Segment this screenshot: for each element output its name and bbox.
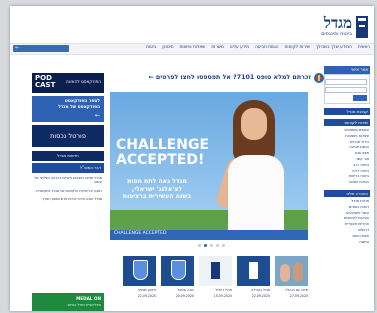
carousel-dot[interactable] <box>210 244 213 247</box>
site-header: מגדל ביטוח ופיננסים <box>10 6 374 41</box>
tower-icon <box>356 16 368 38</box>
banner-headline: CHALLENGE ACCEPTED! <box>116 138 209 168</box>
thumbnail-image <box>275 256 308 286</box>
login-box <box>324 74 370 104</box>
nav-item-service[interactable]: שירות לקוחות <box>285 45 310 50</box>
nav-item-jobs[interactable]: משרות <box>211 45 223 50</box>
news-subheading-label: דבר המנכ"ל <box>79 165 101 170</box>
podcast-promo-box[interactable]: לספר הפודקאסט הפודקאסט של מגדל ← <box>32 96 104 122</box>
password-field[interactable] <box>325 87 367 93</box>
service-heading: שירות לקוחות <box>324 119 370 126</box>
promo-line: הפודקאסט של מגדל <box>58 105 100 110</box>
nav-item-insurance[interactable]: ביטוח <box>146 45 156 50</box>
nav-item-faq[interactable]: שאלות נפוצות <box>180 45 206 50</box>
thumbnail-date: 15.09.2020 <box>213 294 232 298</box>
group-bar[interactable]: קבוצת מגדל <box>324 108 370 115</box>
portal-label: פורטל נכסות <box>50 132 86 140</box>
thumbnail-row: שיחה עם הנהלה 27.09.2020 מגדל בקהילה 22.… <box>110 256 308 308</box>
arrow-left-icon: ← <box>15 45 20 51</box>
thumbnail-image <box>161 256 194 286</box>
thumbnail-caption: מגדל דיגיטל <box>215 288 232 292</box>
list-item[interactable]: הפיכת הסכם <box>325 180 369 186</box>
thumbnail-date: 22.09.2020 <box>251 294 270 298</box>
thumbnail-caption: הגנה וביטוח <box>177 288 194 292</box>
nav-item-savings[interactable]: חיסכון <box>162 45 173 50</box>
thumbnail-card[interactable]: שיחה עם הנהלה 27.09.2020 <box>275 256 308 308</box>
news-item[interactable]: מגדל חנכה מרכז שירות חדש בצפון הארץ <box>32 197 102 201</box>
headline-line-2: ACCEPTED! <box>116 152 205 168</box>
podcast-label: הפודקאסט להאזנה <box>65 79 101 84</box>
brand-logo[interactable]: מגדל ביטוח ופיננסים <box>306 14 368 40</box>
podcast-logo-line: CAST <box>35 81 56 89</box>
banner-copy: מגדל גאה לתת חסות לצ'אלנג' ישראלי, בשנה … <box>116 178 198 201</box>
carousel-dot[interactable] <box>198 244 201 247</box>
arrow-left-icon: ← <box>94 112 100 119</box>
shield-icon <box>133 260 148 280</box>
promo-link[interactable]: זכרתם למלא טופס 7101? אל תפספסו לחצו לפר… <box>113 74 311 87</box>
thumbnail-card[interactable]: מגדל דיגיטל 15.09.2020 <box>199 256 232 308</box>
nav-item-info[interactable]: המידע שלך בשבילך <box>316 45 352 50</box>
thumbnail-date: 22.09.2020 <box>137 294 156 298</box>
main-nav: ראשית המידע שלך בשבילך שירות לקוחות הגשת… <box>10 43 374 55</box>
right-sidebar: אזור אישי קבוצת מגדל שירות לקוחות טפסים … <box>324 66 370 311</box>
thumbnail-date: 27.09.2020 <box>289 294 308 298</box>
login-heading: אזור אישי <box>324 66 370 74</box>
tower-icon <box>249 262 258 279</box>
carousel-dot[interactable] <box>222 244 225 247</box>
list-item[interactable]: נגישות <box>325 240 369 246</box>
browser-page: מגדל ביטוח ופיננסים ראשית המידע שלך בשבי… <box>10 6 374 311</box>
tower-icon <box>211 262 220 279</box>
brand-tagline: ביטוח ופיננסים <box>321 31 352 37</box>
news-subheading[interactable]: דבר המנכ"ל <box>32 163 104 173</box>
thumbnail-date: 20.09.2020 <box>175 294 194 298</box>
nav-item-home[interactable]: ראשית <box>358 45 370 50</box>
podcast-banner[interactable]: POD CAST הפודקאסט להאזנה <box>32 73 104 93</box>
banner-person-image <box>214 100 292 232</box>
carousel-dots <box>198 244 225 247</box>
service-list: טפסים ומסמכים שאלות ותשובות בירור פרטים … <box>324 128 370 186</box>
carousel-dot[interactable] <box>216 244 219 247</box>
app-promo-subtitle: אפליקציית מגדל בחינם <box>67 303 101 307</box>
company-heading: החברה שלנו <box>324 189 370 197</box>
company-list: אודות מגדל דוחות כספיים קשרי משקיעים הוד… <box>324 199 370 245</box>
podcast-logo: POD CAST <box>35 75 55 89</box>
thumbnail-caption: מגדל בקהילה <box>251 288 270 292</box>
banner-footer-label: CHALLENGE ACCEPTED <box>114 231 167 236</box>
thumbnail-image <box>237 256 270 286</box>
copy-line: לצ'אלנג' ישראלי, <box>131 185 183 193</box>
copy-line: בשנה העשירית ברציפות <box>122 193 192 200</box>
reminder-icon <box>314 73 324 83</box>
thumbnail-card[interactable]: מגדל בקהילה 22.09.2020 <box>237 256 270 308</box>
news-heading: חדשות מגדל <box>32 151 104 161</box>
news-item[interactable]: כתבה על שירות הלקוחות של מגדל בתקשורת <box>32 189 102 193</box>
headline-line-1: CHALLENGE <box>116 137 210 153</box>
username-field[interactable] <box>325 79 367 85</box>
banner-footer: CHALLENGE ACCEPTED <box>110 230 308 240</box>
shield-icon <box>171 260 186 280</box>
copy-line: מגדל גאה לתת חסות <box>127 178 187 185</box>
hero-banner[interactable]: CHALLENGE ACCEPTED! מגדל גאה לתת חסות לצ… <box>110 92 308 240</box>
login-button[interactable] <box>353 95 367 101</box>
news-item[interactable]: מגדל מציגה תוצאות חיוביות ברבעון השלישי … <box>32 176 102 185</box>
podcast-promo-text: לספר הפודקאסט הפודקאסט של מגדל <box>58 99 100 111</box>
news-list: מגדל מציגה תוצאות חיוביות ברבעון השלישי … <box>32 176 102 206</box>
app-promo-title: MEDAL ON <box>76 296 101 301</box>
thumbnail-caption: חיסכון ופנסיה <box>137 288 156 292</box>
main-content: זכרתם למלא טופס 7101? אל תפספסו לחצו לפר… <box>110 66 324 311</box>
carousel-dot-active[interactable] <box>204 244 207 247</box>
nav-search-button[interactable]: ← <box>13 45 69 52</box>
nav-item-claim[interactable]: הגשת תביעה <box>255 45 279 50</box>
thumbnail-caption: שיחה עם הנהלה <box>285 288 308 292</box>
thumbnail-image <box>123 256 156 286</box>
app-promo[interactable]: MEDAL ON אפליקציית מגדל בחינם <box>32 293 104 311</box>
left-sidebar: POD CAST הפודקאסט להאזנה לספר הפודקאסט ה… <box>32 66 104 311</box>
thumbnail-image <box>199 256 232 286</box>
nav-item-about[interactable]: מידע עלינו <box>230 45 249 50</box>
portal-link[interactable]: פורטל נכסות <box>32 125 104 147</box>
thumbnail-card[interactable]: הגנה וביטוח 20.09.2020 <box>161 256 194 308</box>
thumbnail-card[interactable]: חיסכון ופנסיה 22.09.2020 <box>123 256 156 308</box>
